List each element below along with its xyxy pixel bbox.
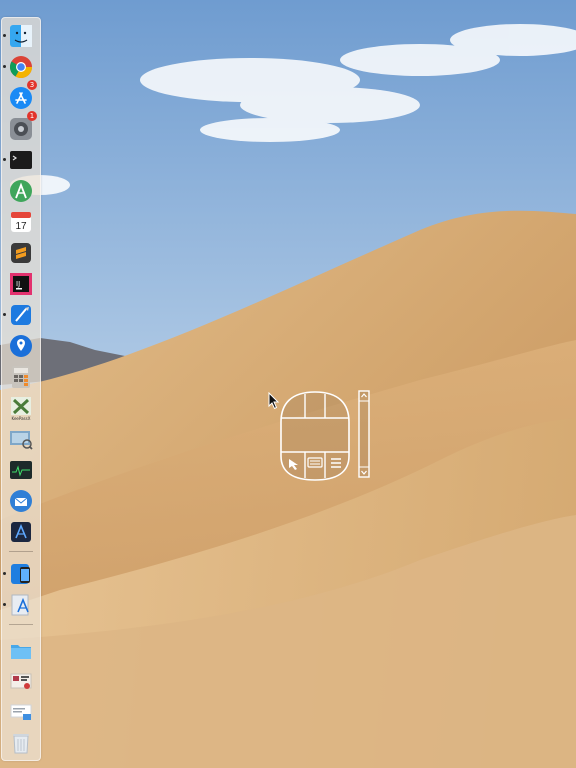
dock-item-trash[interactable] bbox=[6, 728, 36, 758]
dock-item-xcode[interactable] bbox=[3, 300, 36, 330]
dock-item-terminal[interactable] bbox=[3, 145, 36, 175]
running-indicator bbox=[3, 603, 6, 606]
dock-item-folder[interactable] bbox=[6, 635, 36, 665]
keypoint-icon: KeePassX bbox=[11, 397, 31, 421]
running-indicator bbox=[3, 572, 6, 575]
dock-item-intellij[interactable]: IJ bbox=[6, 269, 36, 299]
dock-item-downloads-stack[interactable] bbox=[6, 697, 36, 727]
trash-icon bbox=[13, 734, 29, 754]
running-indicator bbox=[3, 65, 6, 68]
dock-item-calendar[interactable]: 17 bbox=[6, 207, 36, 237]
calculator-icon bbox=[12, 366, 30, 388]
svg-text:IJ: IJ bbox=[16, 280, 20, 288]
calendar-icon: 17 bbox=[11, 212, 31, 232]
right-click-zone[interactable] bbox=[325, 390, 353, 418]
badge: 1 bbox=[27, 111, 37, 121]
preview-icon bbox=[10, 431, 33, 450]
intellij-icon: IJ bbox=[10, 273, 32, 295]
dock-item-system-preferences[interactable]: 1 bbox=[6, 111, 37, 144]
badge: 3 bbox=[27, 80, 37, 90]
scroll-strip[interactable] bbox=[358, 390, 370, 478]
chrome-icon bbox=[10, 56, 32, 78]
dock-item-documents-stack[interactable] bbox=[6, 666, 36, 696]
dock-item-maps-pin[interactable] bbox=[6, 331, 36, 361]
documents-icon bbox=[10, 673, 32, 689]
dock-item-calculator[interactable] bbox=[6, 362, 36, 392]
activity-monitor-icon bbox=[10, 461, 32, 479]
pin-icon bbox=[10, 335, 32, 357]
left-click-zone[interactable] bbox=[277, 390, 301, 418]
android-studio-icon bbox=[10, 180, 32, 202]
dock-item-instruments[interactable] bbox=[6, 517, 36, 547]
keypoint-label: KeePassX bbox=[12, 416, 31, 421]
dock-item-app-store[interactable]: 3 bbox=[6, 80, 37, 113]
simulator-icon bbox=[11, 564, 30, 584]
mail-icon bbox=[10, 490, 32, 512]
terminal-icon bbox=[10, 151, 32, 169]
running-indicator bbox=[3, 313, 6, 316]
middle-click-zone[interactable] bbox=[305, 390, 325, 418]
dock-item-activity-monitor[interactable] bbox=[6, 455, 36, 485]
dock-item-app-installer[interactable] bbox=[3, 590, 36, 620]
dock: 3 1 17 IJ KeePassX bbox=[1, 17, 41, 761]
dock-item-thunderbird[interactable] bbox=[6, 486, 36, 516]
instruments-icon bbox=[11, 522, 31, 542]
dock-item-android-studio[interactable] bbox=[6, 176, 36, 206]
dock-item-chrome[interactable] bbox=[3, 52, 36, 82]
downloads-icon bbox=[10, 704, 32, 720]
dock-item-finder[interactable] bbox=[3, 21, 36, 51]
sublime-icon bbox=[11, 243, 31, 263]
calendar-date: 17 bbox=[15, 221, 27, 232]
desktop-wallpaper bbox=[0, 0, 576, 768]
running-indicator bbox=[3, 34, 6, 37]
dock-item-preview[interactable] bbox=[6, 424, 36, 454]
xcode-icon bbox=[11, 305, 31, 325]
installer-icon bbox=[11, 594, 29, 616]
dock-separator bbox=[9, 624, 33, 625]
dock-item-sublime-text[interactable] bbox=[6, 238, 36, 268]
virtual-mouse-overlay bbox=[277, 390, 353, 481]
dock-item-simulator[interactable] bbox=[3, 559, 36, 589]
dock-separator bbox=[9, 551, 33, 552]
dock-item-keypoint[interactable]: KeePassX bbox=[6, 393, 36, 423]
finder-icon bbox=[10, 25, 32, 47]
folder-icon bbox=[11, 645, 31, 659]
running-indicator bbox=[3, 158, 6, 161]
touchpad-area[interactable] bbox=[281, 418, 349, 452]
